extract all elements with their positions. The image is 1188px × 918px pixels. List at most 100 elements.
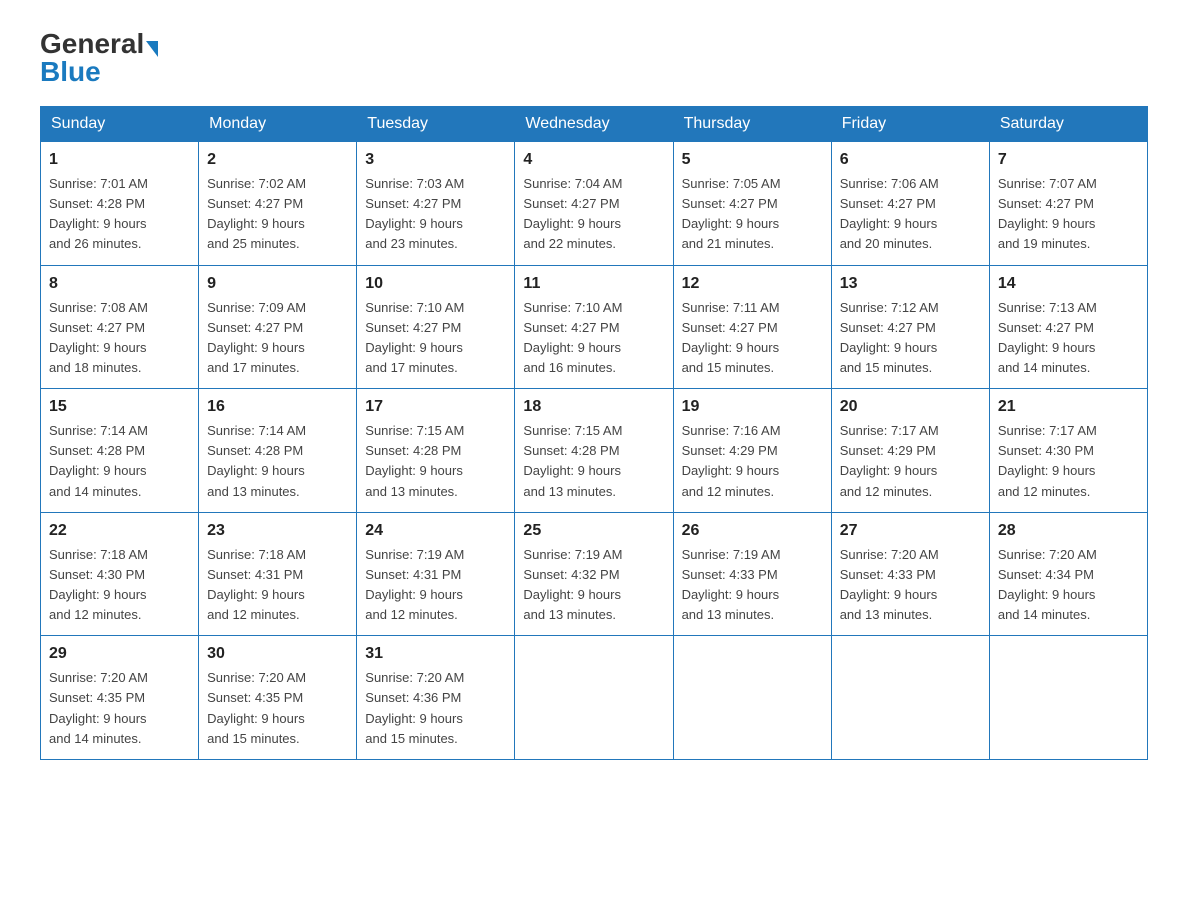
calendar-cell: 16Sunrise: 7:14 AMSunset: 4:28 PMDayligh… — [199, 389, 357, 513]
day-number: 15 — [49, 395, 190, 419]
weekday-header-sunday: Sunday — [41, 107, 199, 142]
day-info: Sunrise: 7:09 AMSunset: 4:27 PMDaylight:… — [207, 298, 348, 379]
day-number: 26 — [682, 519, 823, 543]
day-info: Sunrise: 7:18 AMSunset: 4:30 PMDaylight:… — [49, 545, 190, 626]
day-info: Sunrise: 7:17 AMSunset: 4:29 PMDaylight:… — [840, 421, 981, 502]
day-info: Sunrise: 7:20 AMSunset: 4:34 PMDaylight:… — [998, 545, 1139, 626]
day-number: 16 — [207, 395, 348, 419]
day-info: Sunrise: 7:12 AMSunset: 4:27 PMDaylight:… — [840, 298, 981, 379]
day-number: 10 — [365, 272, 506, 296]
day-number: 1 — [49, 148, 190, 172]
calendar-cell: 28Sunrise: 7:20 AMSunset: 4:34 PMDayligh… — [989, 512, 1147, 636]
calendar-cell: 18Sunrise: 7:15 AMSunset: 4:28 PMDayligh… — [515, 389, 673, 513]
calendar-cell: 8Sunrise: 7:08 AMSunset: 4:27 PMDaylight… — [41, 265, 199, 389]
logo-general-line: General — [40, 30, 158, 58]
calendar-cell: 21Sunrise: 7:17 AMSunset: 4:30 PMDayligh… — [989, 389, 1147, 513]
day-number: 20 — [840, 395, 981, 419]
weekday-header-tuesday: Tuesday — [357, 107, 515, 142]
day-number: 12 — [682, 272, 823, 296]
day-number: 11 — [523, 272, 664, 296]
day-info: Sunrise: 7:17 AMSunset: 4:30 PMDaylight:… — [998, 421, 1139, 502]
day-info: Sunrise: 7:20 AMSunset: 4:35 PMDaylight:… — [207, 668, 348, 749]
day-info: Sunrise: 7:01 AMSunset: 4:28 PMDaylight:… — [49, 174, 190, 255]
calendar-cell: 19Sunrise: 7:16 AMSunset: 4:29 PMDayligh… — [673, 389, 831, 513]
day-info: Sunrise: 7:07 AMSunset: 4:27 PMDaylight:… — [998, 174, 1139, 255]
calendar-cell: 27Sunrise: 7:20 AMSunset: 4:33 PMDayligh… — [831, 512, 989, 636]
calendar-table: SundayMondayTuesdayWednesdayThursdayFrid… — [40, 106, 1148, 760]
day-number: 17 — [365, 395, 506, 419]
day-number: 7 — [998, 148, 1139, 172]
day-info: Sunrise: 7:19 AMSunset: 4:32 PMDaylight:… — [523, 545, 664, 626]
day-info: Sunrise: 7:10 AMSunset: 4:27 PMDaylight:… — [523, 298, 664, 379]
day-info: Sunrise: 7:16 AMSunset: 4:29 PMDaylight:… — [682, 421, 823, 502]
day-info: Sunrise: 7:11 AMSunset: 4:27 PMDaylight:… — [682, 298, 823, 379]
day-info: Sunrise: 7:05 AMSunset: 4:27 PMDaylight:… — [682, 174, 823, 255]
day-info: Sunrise: 7:20 AMSunset: 4:36 PMDaylight:… — [365, 668, 506, 749]
day-number: 28 — [998, 519, 1139, 543]
day-info: Sunrise: 7:08 AMSunset: 4:27 PMDaylight:… — [49, 298, 190, 379]
calendar-cell: 31Sunrise: 7:20 AMSunset: 4:36 PMDayligh… — [357, 636, 515, 760]
calendar-cell: 10Sunrise: 7:10 AMSunset: 4:27 PMDayligh… — [357, 265, 515, 389]
calendar-cell: 13Sunrise: 7:12 AMSunset: 4:27 PMDayligh… — [831, 265, 989, 389]
weekday-header-row: SundayMondayTuesdayWednesdayThursdayFrid… — [41, 107, 1148, 142]
day-number: 8 — [49, 272, 190, 296]
weekday-header-wednesday: Wednesday — [515, 107, 673, 142]
logo-triangle-icon — [146, 41, 158, 57]
calendar-cell: 17Sunrise: 7:15 AMSunset: 4:28 PMDayligh… — [357, 389, 515, 513]
calendar-cell: 1Sunrise: 7:01 AMSunset: 4:28 PMDaylight… — [41, 142, 199, 266]
day-info: Sunrise: 7:20 AMSunset: 4:35 PMDaylight:… — [49, 668, 190, 749]
calendar-cell: 24Sunrise: 7:19 AMSunset: 4:31 PMDayligh… — [357, 512, 515, 636]
day-number: 2 — [207, 148, 348, 172]
day-info: Sunrise: 7:15 AMSunset: 4:28 PMDaylight:… — [523, 421, 664, 502]
day-info: Sunrise: 7:06 AMSunset: 4:27 PMDaylight:… — [840, 174, 981, 255]
day-number: 30 — [207, 642, 348, 666]
calendar-week-row: 1Sunrise: 7:01 AMSunset: 4:28 PMDaylight… — [41, 142, 1148, 266]
day-number: 4 — [523, 148, 664, 172]
calendar-cell: 2Sunrise: 7:02 AMSunset: 4:27 PMDaylight… — [199, 142, 357, 266]
calendar-week-row: 29Sunrise: 7:20 AMSunset: 4:35 PMDayligh… — [41, 636, 1148, 760]
day-number: 19 — [682, 395, 823, 419]
calendar-cell — [831, 636, 989, 760]
logo-general-text: General — [40, 28, 144, 59]
calendar-cell: 11Sunrise: 7:10 AMSunset: 4:27 PMDayligh… — [515, 265, 673, 389]
calendar-cell: 9Sunrise: 7:09 AMSunset: 4:27 PMDaylight… — [199, 265, 357, 389]
weekday-header-thursday: Thursday — [673, 107, 831, 142]
day-number: 6 — [840, 148, 981, 172]
day-number: 22 — [49, 519, 190, 543]
calendar-cell: 22Sunrise: 7:18 AMSunset: 4:30 PMDayligh… — [41, 512, 199, 636]
calendar-cell: 15Sunrise: 7:14 AMSunset: 4:28 PMDayligh… — [41, 389, 199, 513]
day-info: Sunrise: 7:18 AMSunset: 4:31 PMDaylight:… — [207, 545, 348, 626]
weekday-header-monday: Monday — [199, 107, 357, 142]
day-number: 25 — [523, 519, 664, 543]
calendar-cell: 12Sunrise: 7:11 AMSunset: 4:27 PMDayligh… — [673, 265, 831, 389]
weekday-header-friday: Friday — [831, 107, 989, 142]
calendar-cell: 26Sunrise: 7:19 AMSunset: 4:33 PMDayligh… — [673, 512, 831, 636]
calendar-cell — [673, 636, 831, 760]
calendar-cell — [989, 636, 1147, 760]
calendar-cell: 29Sunrise: 7:20 AMSunset: 4:35 PMDayligh… — [41, 636, 199, 760]
calendar-cell: 7Sunrise: 7:07 AMSunset: 4:27 PMDaylight… — [989, 142, 1147, 266]
calendar-cell: 20Sunrise: 7:17 AMSunset: 4:29 PMDayligh… — [831, 389, 989, 513]
calendar-week-row: 22Sunrise: 7:18 AMSunset: 4:30 PMDayligh… — [41, 512, 1148, 636]
day-info: Sunrise: 7:20 AMSunset: 4:33 PMDaylight:… — [840, 545, 981, 626]
day-info: Sunrise: 7:15 AMSunset: 4:28 PMDaylight:… — [365, 421, 506, 502]
weekday-header-saturday: Saturday — [989, 107, 1147, 142]
calendar-cell — [515, 636, 673, 760]
day-number: 27 — [840, 519, 981, 543]
calendar-cell: 6Sunrise: 7:06 AMSunset: 4:27 PMDaylight… — [831, 142, 989, 266]
page-header: General Blue — [40, 30, 1148, 86]
day-number: 18 — [523, 395, 664, 419]
calendar-cell: 3Sunrise: 7:03 AMSunset: 4:27 PMDaylight… — [357, 142, 515, 266]
day-number: 9 — [207, 272, 348, 296]
day-info: Sunrise: 7:19 AMSunset: 4:33 PMDaylight:… — [682, 545, 823, 626]
calendar-cell: 23Sunrise: 7:18 AMSunset: 4:31 PMDayligh… — [199, 512, 357, 636]
calendar-cell: 5Sunrise: 7:05 AMSunset: 4:27 PMDaylight… — [673, 142, 831, 266]
day-number: 21 — [998, 395, 1139, 419]
day-info: Sunrise: 7:13 AMSunset: 4:27 PMDaylight:… — [998, 298, 1139, 379]
day-number: 13 — [840, 272, 981, 296]
day-number: 3 — [365, 148, 506, 172]
calendar-week-row: 8Sunrise: 7:08 AMSunset: 4:27 PMDaylight… — [41, 265, 1148, 389]
calendar-cell: 4Sunrise: 7:04 AMSunset: 4:27 PMDaylight… — [515, 142, 673, 266]
logo-blue-text: Blue — [40, 56, 101, 87]
day-info: Sunrise: 7:19 AMSunset: 4:31 PMDaylight:… — [365, 545, 506, 626]
